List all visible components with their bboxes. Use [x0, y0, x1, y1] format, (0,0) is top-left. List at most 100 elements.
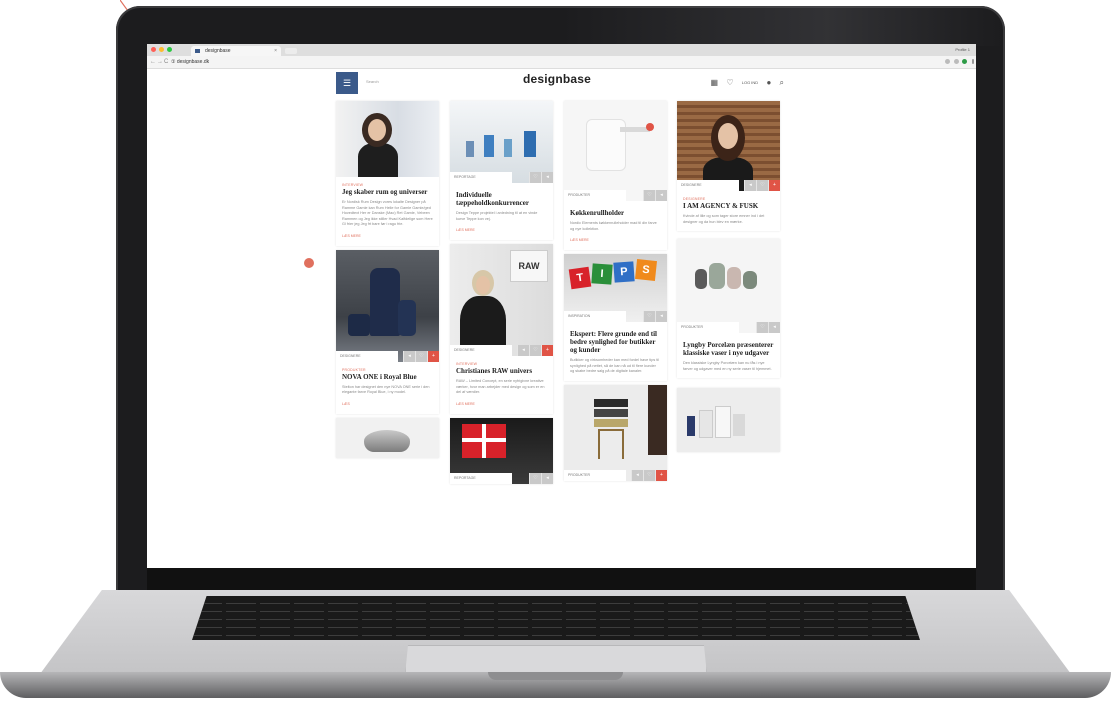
heart-icon[interactable]: ♡: [756, 180, 768, 191]
heart-icon[interactable]: ♡: [529, 472, 541, 484]
article-excerpt: Kvinde af lille og som tager store emner…: [683, 214, 765, 224]
menu-dots-icon[interactable]: [972, 59, 974, 64]
article-tag: DESIGNERE: [677, 180, 739, 191]
heart-icon[interactable]: ♡: [415, 350, 427, 362]
login-link[interactable]: LOG IND: [742, 80, 758, 85]
share-icon[interactable]: ◂: [655, 190, 667, 201]
plus-icon[interactable]: +: [427, 350, 439, 362]
hamburger-menu-button[interactable]: ☰: [336, 72, 358, 94]
article-card[interactable]: DESIGNERE ◂ ♡ + DESIGNERE I AM AGENCY & …: [677, 101, 780, 231]
article-card[interactable]: REPORTAGE ♡ ◂ Individuelle tæppeholdkonk…: [450, 101, 553, 240]
read-more-link[interactable]: LÆS MERE: [570, 238, 661, 242]
card-actions: ♡ ◂: [529, 172, 553, 183]
card-actions: ◂ ♡ +: [744, 180, 780, 191]
article-image: PRODUKTER ♡ ◂: [564, 101, 667, 201]
tips-tile: T: [568, 266, 592, 290]
article-image: RAW DESIGNERE ◂ ♡ +: [450, 244, 553, 356]
article-excerpt: Butikker og virksomheder kan med fordel …: [570, 358, 660, 373]
article-card[interactable]: PRODUKTER ♡ ◂ Køkkenrullholder Nordic El…: [564, 101, 667, 250]
card-actions: ◂ ♡ +: [517, 345, 553, 356]
heart-icon[interactable]: ♡: [756, 322, 768, 333]
heart-icon[interactable]: ♡: [643, 190, 655, 201]
article-card[interactable]: T I P S INSPIRATION ♡ ◂ Ekspert: Flere g…: [564, 254, 667, 381]
article-title[interactable]: Ekspert: Flere grunde end til bedre synl…: [570, 330, 661, 354]
article-tag: INSPIRATION: [564, 311, 626, 322]
article-card[interactable]: [677, 388, 780, 452]
heart-icon[interactable]: ♡: [529, 345, 541, 356]
window-minimize-button[interactable]: [159, 47, 164, 52]
article-title[interactable]: Individuelle tæppeholdkonkurrencer: [456, 191, 547, 207]
article-excerpt: Nordic Elements køkkenrulleholder mad ti…: [570, 221, 657, 231]
window-zoom-button[interactable]: [167, 47, 172, 52]
share-icon[interactable]: ◂: [517, 345, 529, 356]
header-icons: ▦ ♡ LOG IND ● ⌕: [705, 78, 784, 88]
article-title[interactable]: I AM AGENCY & FUSK: [683, 202, 774, 210]
heart-icon[interactable]: ♡: [529, 172, 541, 183]
heart-icon[interactable]: ♡: [643, 469, 655, 481]
tips-tile: P: [613, 261, 635, 283]
article-title[interactable]: Christianes RAW univers: [456, 367, 547, 375]
plus-icon[interactable]: +: [655, 469, 667, 481]
site-header: ☰ Search designbase ▦ ♡ LOG IND ● ⌕: [336, 69, 788, 95]
plus-icon[interactable]: +: [768, 180, 780, 191]
article-card[interactable]: PRODUKTER ◂ ♡ +: [564, 384, 667, 481]
url-input[interactable]: ① designbase.dk: [171, 58, 931, 66]
share-icon[interactable]: ◂: [768, 322, 780, 333]
search-label[interactable]: Search: [366, 79, 379, 84]
share-icon[interactable]: ◂: [655, 311, 667, 322]
share-icon[interactable]: ◂: [744, 180, 756, 191]
article-card[interactable]: INTERVIEW Jeg skaber rum og universer Er…: [336, 101, 439, 246]
browser-tab[interactable]: designbase ×: [191, 46, 281, 56]
article-image: [336, 417, 439, 458]
article-image: PRODUKTER ♡ ◂: [677, 239, 780, 333]
article-card[interactable]: RAW DESIGNERE ◂ ♡ + INTERVIEW Christiane…: [450, 244, 553, 414]
article-title[interactable]: Køkkenrullholder: [570, 209, 661, 217]
extension-green-icon[interactable]: [962, 59, 967, 64]
bookmark-icon[interactable]: [945, 59, 950, 64]
new-tab-button[interactable]: [285, 48, 297, 54]
heart-icon[interactable]: ♡: [726, 78, 733, 87]
article-title[interactable]: Lyngby Porcelæn præsenterer klassiske va…: [683, 341, 774, 357]
read-more-link[interactable]: LÆS MERE: [456, 402, 547, 406]
reload-icon[interactable]: C: [164, 57, 168, 67]
grid-column-1: INTERVIEW Jeg skaber rum og universer Er…: [336, 101, 439, 462]
back-icon[interactable]: ←: [150, 57, 156, 67]
article-title[interactable]: NOVA ONE i Royal Blue: [342, 373, 433, 381]
read-more-link[interactable]: LÆS: [342, 402, 433, 406]
read-more-link[interactable]: LÆS MERE: [342, 234, 433, 238]
browser-tab-bar: designbase × Profile 1: [147, 44, 976, 56]
browser-address-bar: ← → C ① designbase.dk: [147, 56, 976, 69]
plus-icon[interactable]: +: [541, 345, 553, 356]
article-card[interactable]: [336, 417, 439, 458]
article-card[interactable]: REPORTAGE ♡ ◂: [450, 417, 553, 484]
website: ☰ Search designbase ▦ ♡ LOG IND ● ⌕ INTE…: [147, 69, 976, 568]
annotation-dot: [304, 258, 314, 268]
tab-close-icon[interactable]: ×: [274, 46, 277, 56]
search-icon[interactable]: ⌕: [780, 78, 784, 87]
heart-icon[interactable]: ♡: [643, 311, 655, 322]
share-icon[interactable]: ◂: [541, 472, 553, 484]
share-icon[interactable]: ◂: [631, 469, 643, 481]
article-excerpt: Den klassiske Lyngby Porcelæn kan nu fås…: [683, 361, 772, 371]
article-tag: REPORTAGE: [450, 172, 512, 183]
article-tag: DESIGNERE: [336, 350, 398, 362]
article-category: PRODUKTER: [342, 367, 366, 372]
site-logo[interactable]: designbase: [523, 72, 591, 86]
article-image: DESIGNERE ◂ ♡ +: [336, 249, 439, 362]
extension-icon[interactable]: [954, 59, 959, 64]
grid-column-2: REPORTAGE ♡ ◂ Individuelle tæppeholdkonk…: [450, 101, 553, 488]
grid-icon[interactable]: ▦: [711, 78, 719, 87]
article-tag: REPORTAGE: [450, 472, 512, 484]
forward-icon[interactable]: →: [157, 57, 163, 67]
profile-button[interactable]: Profile 1: [955, 46, 970, 54]
window-close-button[interactable]: [151, 47, 156, 52]
share-icon[interactable]: ◂: [403, 350, 415, 362]
read-more-link[interactable]: LÆS MERE: [456, 228, 547, 232]
article-title[interactable]: Jeg skaber rum og universer: [342, 188, 433, 196]
share-icon[interactable]: ◂: [541, 172, 553, 183]
user-icon[interactable]: ●: [766, 78, 771, 87]
article-tag: PRODUKTER: [564, 190, 626, 201]
article-card[interactable]: DESIGNERE ◂ ♡ + PRODUKTER NOVA ONE i Roy…: [336, 249, 439, 414]
laptop-keyboard: [192, 596, 920, 640]
article-card[interactable]: PRODUKTER ♡ ◂ Lyngby Porcelæn præsentere…: [677, 239, 780, 378]
